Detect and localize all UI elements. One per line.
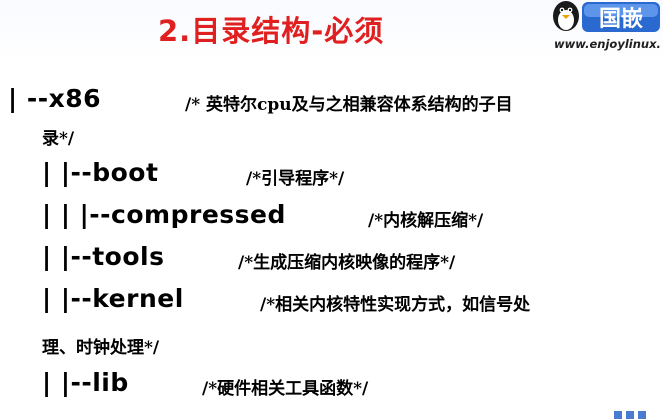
penguin-logo-icon: 国嵌 <box>553 1 660 32</box>
tree-comment: /* 英特尔cpu及与之相兼容体系结构的子目 <box>185 95 513 115</box>
slide: 2.目录结构-必须 国嵌 www.enjoylinux. | --x86 /* … <box>0 0 663 420</box>
tree-path: | | |--compressed <box>42 200 286 229</box>
tree-line-kernel: | |--kernel /*相关内核特性实现方式，如信号处 <box>42 284 530 315</box>
tree-comment: /*相关内核特性实现方式，如信号处 <box>260 295 531 315</box>
slide-title: 2.目录结构-必须 <box>158 14 385 48</box>
logo-text: 国嵌 <box>599 6 643 32</box>
tree-path: | |--kernel <box>42 284 184 313</box>
logo: 国嵌 www.enjoylinux. <box>548 0 663 58</box>
tree-comment-continuation: 理、时钟处理*/ <box>42 338 160 358</box>
tree-path: | |--tools <box>42 242 165 271</box>
logo-url: www.enjoylinux. <box>554 37 661 51</box>
tree-comment: /*内核解压缩*/ <box>368 211 484 231</box>
tree-comment: /*引导程序*/ <box>246 169 345 189</box>
tree-line-x86: | --x86 /* 英特尔cpu及与之相兼容体系结构的子目 <box>8 84 513 115</box>
tree-comment-continuation: 录*/ <box>42 129 75 149</box>
tree-comment: /*生成压缩内核映像的程序*/ <box>238 253 456 273</box>
tree-path: | --x86 <box>8 84 102 113</box>
corner-decoration-icon <box>614 411 646 419</box>
tree-path: | |--boot <box>42 158 159 187</box>
tree-line-boot: | |--boot /*引导程序*/ <box>42 158 344 189</box>
tree-line-compressed: | | |--compressed /*内核解压缩*/ <box>42 200 483 231</box>
tree-comment: /*硬件相关工具函数*/ <box>202 379 369 399</box>
tree-path: | |--lib <box>42 368 129 397</box>
tree-line-lib: | |--lib /*硬件相关工具函数*/ <box>42 368 368 399</box>
tree-line-tools: | |--tools /*生成压缩内核映像的程序*/ <box>42 242 455 273</box>
